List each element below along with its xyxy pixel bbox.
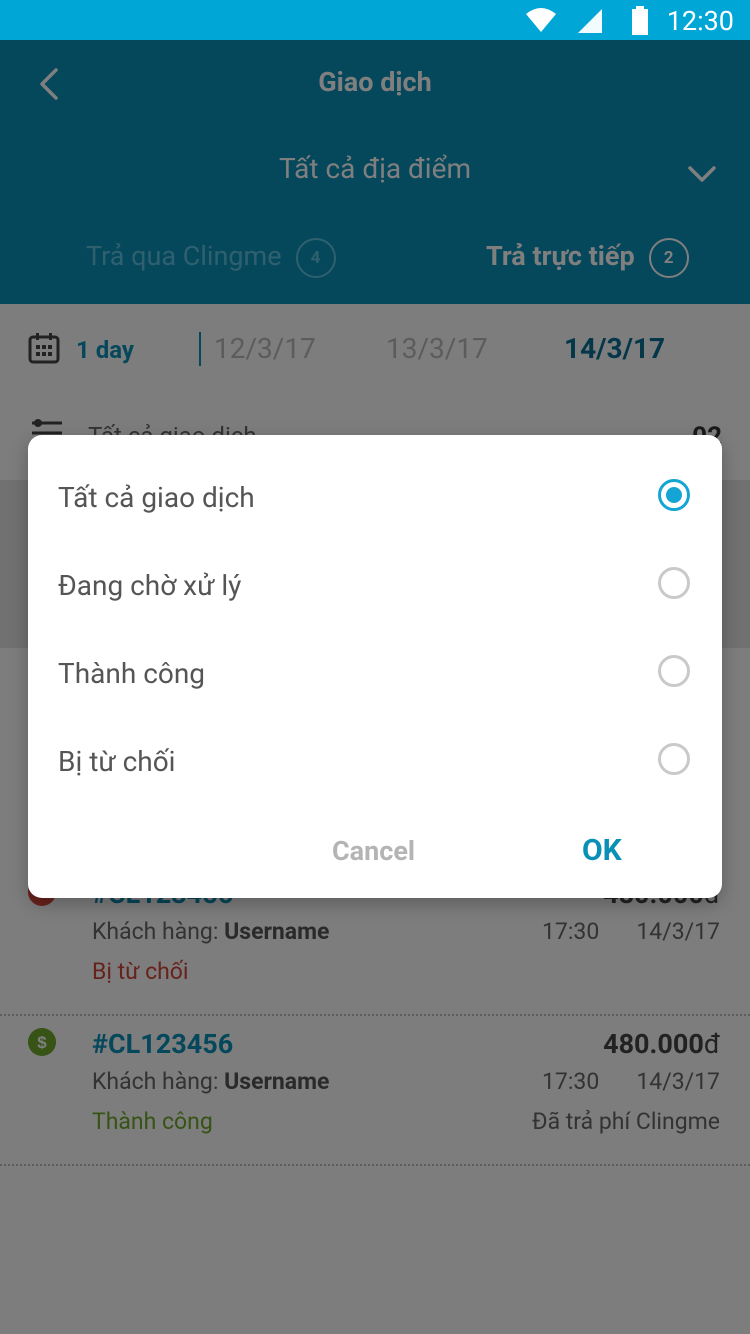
battery-icon	[632, 6, 648, 35]
option-label: Bị từ chối	[58, 745, 176, 778]
option-pending[interactable]: Đang chờ xử lý	[28, 541, 722, 629]
wifi-icon	[526, 8, 556, 32]
status-time: 12:30	[666, 5, 734, 37]
radio-button-selected[interactable]	[658, 479, 690, 511]
filter-dialog: Tất cả giao dịch Đang chờ xử lý Thành cô…	[28, 435, 722, 898]
radio-button[interactable]	[658, 743, 690, 775]
radio-button[interactable]	[658, 567, 690, 599]
cellular-signal-icon	[578, 9, 602, 33]
option-success[interactable]: Thành công	[28, 629, 722, 717]
option-all-transactions[interactable]: Tất cả giao dịch	[28, 453, 722, 541]
option-label: Tất cả giao dịch	[58, 481, 255, 514]
radio-button[interactable]	[658, 655, 690, 687]
option-rejected[interactable]: Bị từ chối	[28, 717, 722, 805]
ok-button[interactable]: OK	[582, 833, 622, 868]
option-label: Đang chờ xử lý	[58, 569, 242, 602]
cancel-button[interactable]: Cancel	[332, 835, 415, 867]
status-bar: 12:30	[0, 0, 750, 40]
option-label: Thành công	[58, 657, 205, 690]
